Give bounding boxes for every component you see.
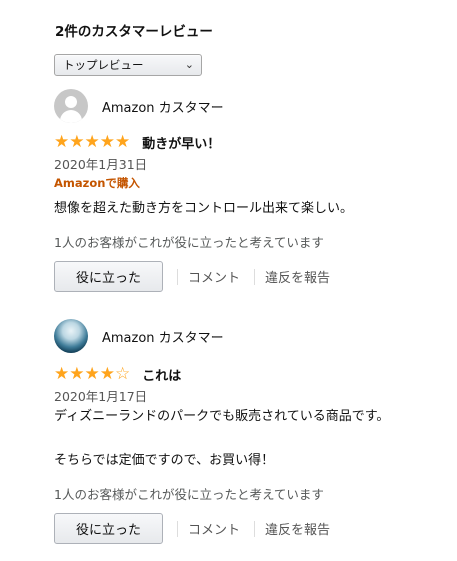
review-body-line-2: そちらでは定価ですので、お買い得！ — [54, 453, 275, 468]
star-rating[interactable]: ★ ★ ★ ★ ☆ — [54, 366, 130, 383]
star-icon: ★ — [69, 132, 85, 152]
star-icon: ★ — [54, 132, 70, 152]
sort-dropdown[interactable]: トップレビュー ⌄ — [54, 54, 202, 76]
star-icon: ★ — [69, 364, 85, 384]
star-icon: ★ — [84, 132, 100, 152]
star-empty-icon: ☆ — [115, 364, 131, 384]
star-icon: ★ — [115, 132, 131, 152]
review-rating-row: ★ ★ ★ ★ ★ 動きが早い！ — [54, 133, 220, 153]
review-title[interactable]: 動きが早い！ — [142, 133, 220, 152]
review-body-line-1: ディズニーランドのパークでも販売されている商品です。 — [54, 409, 390, 424]
reviewer-profile[interactable]: Amazon カスタマー — [54, 89, 224, 123]
review-actions: 役に立った コメント 違反を報告 — [54, 513, 330, 544]
star-icon: ★ — [99, 132, 115, 152]
review-body: 想像を超えた動き方をコントロール出来て楽しい。 — [54, 201, 354, 216]
divider — [177, 268, 178, 285]
star-rating[interactable]: ★ ★ ★ ★ ★ — [54, 134, 130, 151]
reviewer-name: Amazon カスタマー — [102, 330, 224, 346]
reviews-heading: 2件のカスタマーレビュー — [55, 24, 213, 40]
comment-link[interactable]: コメント — [188, 267, 240, 286]
chevron-down-icon: ⌄ — [184, 58, 194, 71]
sort-selected-label: トップレビュー — [63, 58, 144, 72]
helpful-button[interactable]: 役に立った — [54, 261, 163, 292]
review-date: 2020年1月31日 — [54, 157, 148, 172]
review-title[interactable]: これは — [142, 365, 181, 384]
divider — [254, 268, 256, 285]
verified-purchase-badge: Amazonで購入 — [54, 176, 140, 190]
comment-link[interactable]: コメント — [188, 519, 240, 538]
star-icon: ★ — [99, 364, 115, 384]
user-avatar-icon — [54, 89, 88, 123]
reviewer-name: Amazon カスタマー — [102, 100, 224, 116]
star-icon: ★ — [54, 364, 70, 384]
report-abuse-link[interactable]: 違反を報告 — [265, 267, 330, 286]
divider — [254, 520, 256, 537]
star-icon: ★ — [84, 364, 100, 384]
user-avatar-icon — [54, 319, 88, 353]
review-date: 2020年1月17日 — [54, 389, 148, 404]
review-rating-row: ★ ★ ★ ★ ☆ これは — [54, 365, 181, 385]
divider — [177, 520, 178, 537]
helpful-count: 1人のお客様がこれが役に立ったと考えています — [54, 235, 324, 250]
review-actions: 役に立った コメント 違反を報告 — [54, 261, 330, 292]
helpful-button[interactable]: 役に立った — [54, 513, 163, 544]
reviewer-profile[interactable]: Amazon カスタマー — [54, 319, 224, 353]
report-abuse-link[interactable]: 違反を報告 — [265, 519, 330, 538]
helpful-count: 1人のお客様がこれが役に立ったと考えています — [54, 487, 324, 502]
